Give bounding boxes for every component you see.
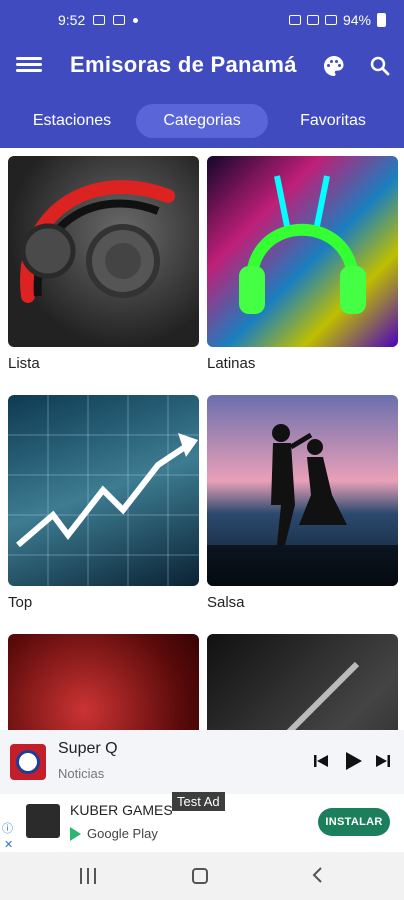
palette-icon[interactable] <box>322 54 346 78</box>
notification-image-icon <box>113 15 126 25</box>
skip-next-icon[interactable] <box>374 752 392 770</box>
category-grid: Lista Latinas Top Salsa <box>0 148 404 730</box>
player-station-subtitle: Noticias <box>58 766 105 781</box>
ad-info-icon[interactable]: ⓘ <box>2 820 13 836</box>
search-icon[interactable] <box>368 54 392 78</box>
ad-store: Google Play <box>70 826 158 841</box>
station-logo <box>10 744 46 780</box>
ad-close-icon[interactable]: ✕ <box>4 838 13 851</box>
test-ad-label: Test Ad <box>172 792 225 811</box>
alarm-icon <box>288 15 301 25</box>
skip-previous-icon[interactable] <box>312 752 330 770</box>
home-icon[interactable] <box>192 868 208 884</box>
menu-icon[interactable] <box>16 54 42 78</box>
status-right: 94% <box>288 12 386 28</box>
category-label: Lista <box>8 355 40 372</box>
ad-app-name: KUBER GAMES <box>70 802 173 818</box>
status-time: 9:52 <box>58 12 86 28</box>
status-bar: 9:52 94% <box>0 0 404 40</box>
ad-store-label: Google Play <box>87 826 158 841</box>
category-card-6[interactable] <box>207 634 398 730</box>
signal-icon <box>324 15 337 25</box>
category-card-top[interactable]: Top <box>8 395 199 611</box>
tab-favoritas[interactable]: Favoritas <box>284 104 382 138</box>
category-label: Salsa <box>207 594 245 611</box>
player-station-title: Super Q <box>58 740 118 757</box>
tab-categorias[interactable]: Categorias <box>136 104 268 138</box>
system-nav-bar <box>0 852 404 900</box>
ad-app-logo <box>26 804 60 838</box>
tab-estaciones[interactable]: Estaciones <box>18 104 126 138</box>
dancing-couple-image <box>207 395 398 586</box>
notification-laptop-icon <box>93 15 106 25</box>
battery-percent: 94% <box>342 12 371 28</box>
category-label: Top <box>8 594 33 611</box>
app-bar: Emisoras de Panamá <box>0 40 404 92</box>
headphones-image <box>8 156 199 347</box>
install-button[interactable]: INSTALAR <box>318 808 390 836</box>
status-left: 9:52 <box>58 12 139 28</box>
neon-headphones-image <box>207 156 398 347</box>
category-label: Latinas <box>207 355 256 372</box>
play-icon[interactable] <box>342 750 364 772</box>
app-title: Emisoras de Panamá <box>70 52 297 77</box>
stage-lights-image <box>8 634 199 730</box>
recents-icon[interactable] <box>80 868 96 884</box>
mini-player[interactable]: Super Q Noticias <box>0 730 404 794</box>
notification-dot-icon <box>133 17 139 23</box>
wifi-icon <box>306 15 319 25</box>
google-play-icon <box>70 826 81 841</box>
category-card-latinas[interactable]: Latinas <box>207 156 398 372</box>
guitar-image <box>207 634 398 730</box>
stock-chart-image <box>8 395 199 586</box>
tab-bar: Estaciones Categorias Favoritas <box>0 92 404 148</box>
category-card-salsa[interactable]: Salsa <box>207 395 398 611</box>
battery-icon <box>377 13 386 27</box>
category-card-lista[interactable]: Lista <box>8 156 199 372</box>
category-card-5[interactable] <box>8 634 199 730</box>
back-icon[interactable] <box>310 866 324 884</box>
